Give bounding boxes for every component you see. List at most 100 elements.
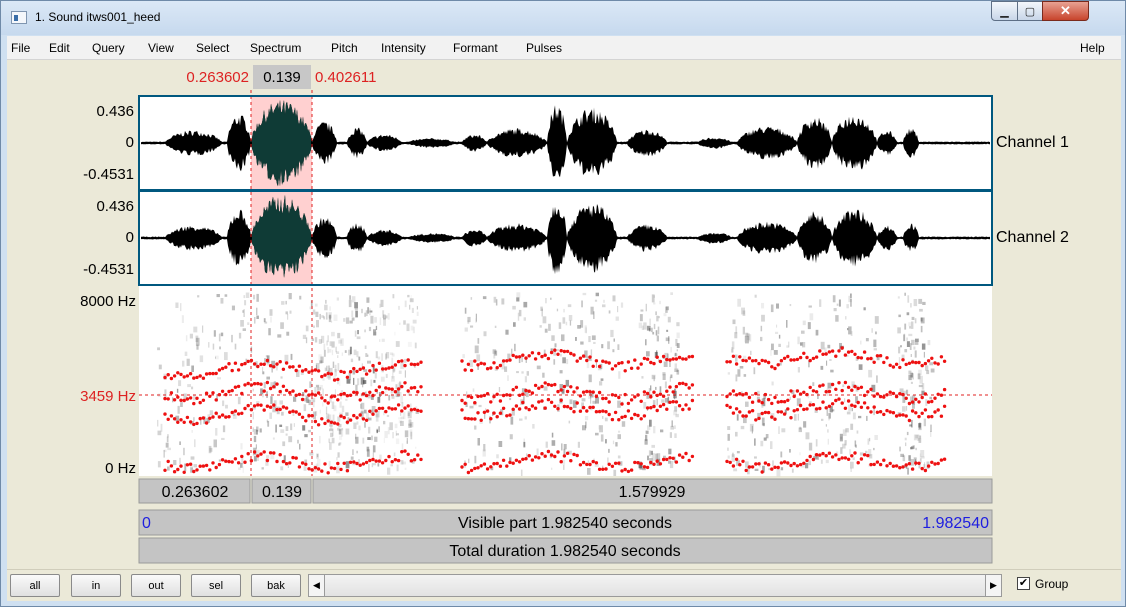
formant-point bbox=[521, 457, 525, 461]
spectrogram-texel bbox=[581, 398, 586, 402]
formant-point bbox=[939, 458, 944, 462]
spectrogram-texel bbox=[824, 347, 827, 353]
formant-point bbox=[224, 459, 228, 463]
formant-point bbox=[485, 367, 490, 371]
formant-point bbox=[556, 352, 560, 356]
zoom-out-button[interactable]: out bbox=[131, 574, 181, 597]
formant-point bbox=[559, 388, 563, 392]
spectrogram-texel bbox=[621, 421, 626, 427]
spectrogram-texel bbox=[828, 415, 830, 420]
formant-point bbox=[348, 418, 353, 422]
spectrogram-texel bbox=[518, 309, 522, 317]
formant-point bbox=[355, 416, 359, 420]
formant-point bbox=[569, 459, 573, 463]
spectrogram-texel bbox=[270, 396, 273, 404]
menu-pulses[interactable]: Pulses bbox=[526, 41, 562, 55]
formant-point bbox=[591, 405, 595, 409]
zoom-sel-button[interactable]: sel bbox=[191, 574, 241, 597]
spectrogram-texel bbox=[412, 319, 417, 324]
spectrogram-texel bbox=[608, 448, 610, 453]
formant-point bbox=[403, 449, 407, 453]
spectrogram-texel bbox=[851, 407, 853, 412]
spectrogram-texel bbox=[175, 302, 179, 308]
spectrogram-texel bbox=[588, 336, 591, 343]
menu-spectrum[interactable]: Spectrum bbox=[250, 41, 301, 55]
scroll-left-arrow-icon[interactable]: ◀ bbox=[308, 574, 325, 597]
menu-view[interactable]: View bbox=[148, 41, 174, 55]
spectrogram-texel bbox=[898, 314, 901, 318]
formant-point bbox=[773, 395, 777, 400]
spectrogram-texel bbox=[244, 300, 247, 306]
formant-point bbox=[891, 391, 896, 396]
formant-point bbox=[760, 470, 764, 474]
scroll-right-arrow-icon[interactable]: ▶ bbox=[985, 574, 1002, 597]
spectrogram-texel bbox=[612, 349, 615, 353]
formant-point bbox=[690, 354, 695, 359]
formant-point bbox=[460, 359, 464, 363]
group-checkbox[interactable]: ✔ bbox=[1017, 577, 1030, 590]
menu-edit[interactable]: Edit bbox=[49, 41, 70, 55]
spectrogram-min-freq: 0 Hz bbox=[105, 460, 136, 477]
spectrogram-texel bbox=[304, 434, 308, 438]
zoom-in-button[interactable]: in bbox=[71, 574, 121, 597]
menu-intensity[interactable]: Intensity bbox=[381, 41, 426, 55]
spectrogram-texel bbox=[827, 438, 829, 445]
spectrogram-texel bbox=[754, 438, 756, 446]
spectrogram-texel bbox=[337, 363, 340, 371]
menu-formant[interactable]: Formant bbox=[453, 41, 498, 55]
horizontal-scrollbar[interactable] bbox=[325, 574, 985, 597]
formant-point bbox=[288, 365, 292, 369]
formant-point bbox=[754, 358, 758, 363]
spectrogram-texel bbox=[536, 448, 539, 456]
zoom-back-button[interactable]: bak bbox=[251, 574, 301, 597]
formant-point bbox=[750, 400, 755, 404]
spectrogram-texel bbox=[727, 455, 730, 459]
spectrogram-texel bbox=[256, 401, 260, 404]
formant-point bbox=[562, 349, 567, 354]
spectrogram-texel bbox=[379, 454, 382, 460]
zoom-all-button[interactable]: all bbox=[10, 574, 60, 597]
close-button[interactable]: ✕ bbox=[1042, 1, 1089, 21]
spectrogram-texel bbox=[196, 344, 199, 350]
formant-point bbox=[649, 460, 653, 465]
spectrogram-texel bbox=[849, 449, 852, 455]
formant-point bbox=[489, 366, 493, 370]
formant-point bbox=[352, 366, 356, 371]
spectrogram-texel bbox=[542, 316, 547, 324]
spectrogram-texel bbox=[604, 417, 608, 422]
spectrogram-texel bbox=[308, 429, 311, 433]
formant-point bbox=[856, 355, 860, 360]
minimize-button[interactable]: ▁ bbox=[991, 1, 1018, 21]
spectrogram-texel bbox=[398, 370, 402, 374]
formant-point bbox=[278, 389, 282, 394]
formant-point bbox=[163, 468, 167, 472]
spectrogram-texel bbox=[618, 430, 621, 433]
formant-point bbox=[252, 362, 257, 366]
menu-file[interactable]: File bbox=[11, 41, 30, 55]
menu-query[interactable]: Query bbox=[92, 41, 125, 55]
menu-select[interactable]: Select bbox=[196, 41, 229, 55]
formant-point bbox=[939, 393, 944, 397]
spectrogram-texel bbox=[868, 369, 873, 378]
spectrogram-texel bbox=[753, 367, 756, 375]
spectrogram-texel bbox=[289, 310, 292, 314]
formant-point bbox=[668, 400, 672, 404]
formant-point bbox=[546, 449, 551, 454]
formant-point bbox=[661, 354, 666, 359]
formant-point bbox=[782, 412, 787, 416]
formant-point bbox=[795, 464, 800, 468]
maximize-button[interactable]: ▢ bbox=[1017, 1, 1043, 21]
sound-editor-canvas[interactable]: 0.263602 0.139 0.402611 0.436 0 -0.4531 … bbox=[7, 60, 1121, 569]
spectrogram-texel bbox=[747, 334, 752, 342]
formant-point bbox=[757, 399, 761, 403]
formant-point bbox=[872, 360, 876, 364]
formant-point bbox=[674, 384, 679, 389]
formant-point bbox=[163, 375, 167, 380]
spectrogram-texel bbox=[560, 353, 562, 357]
formant-point bbox=[885, 464, 889, 468]
spectrogram-texel bbox=[833, 308, 837, 312]
spectrogram-texel bbox=[232, 414, 237, 419]
menu-pitch[interactable]: Pitch bbox=[331, 41, 358, 55]
formant-point bbox=[549, 350, 554, 355]
menu-help[interactable]: Help bbox=[1080, 41, 1105, 55]
